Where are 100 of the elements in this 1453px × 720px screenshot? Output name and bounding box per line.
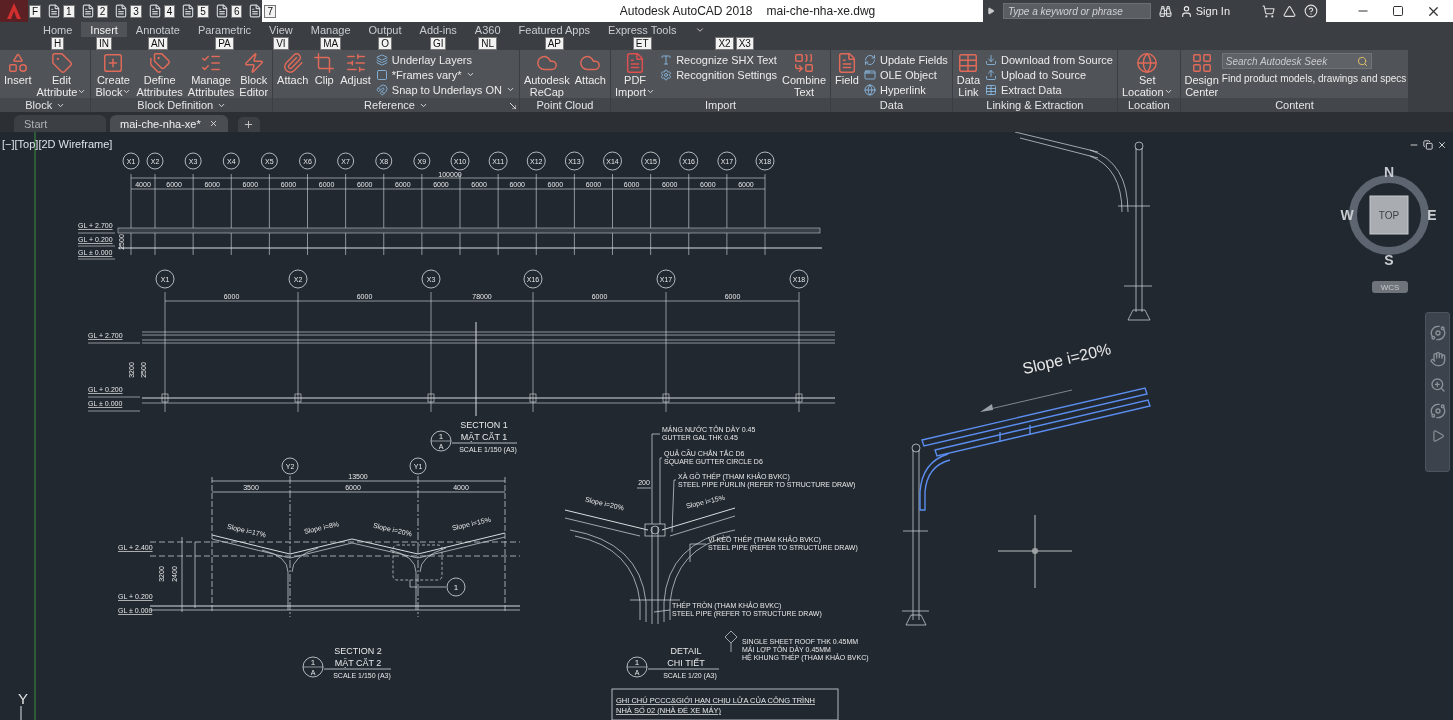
axis-bubble (146, 152, 164, 170)
ribbon-button[interactable]: Snap to Underlays ON (373, 82, 517, 97)
tag-icon (148, 51, 171, 74)
ribbon-tab[interactable]: Featured Apps (509, 22, 600, 37)
ribbon-tab[interactable]: Express Tools (599, 22, 686, 37)
ribbon-button[interactable]: OLE Object (861, 67, 950, 82)
binoculars-button[interactable] (1158, 4, 1172, 18)
ribbon-button[interactable]: Underlay Layers (373, 52, 517, 67)
axis-bubble (375, 152, 393, 170)
ribbon-button[interactable]: Upload to Source (983, 67, 1115, 82)
ribbon-toggle-button[interactable] (695, 25, 706, 35)
file-tab[interactable]: Start (14, 115, 106, 132)
window-icon (863, 68, 876, 81)
ribbon-button[interactable]: Data Link (954, 51, 983, 98)
close-button[interactable] (1437, 140, 1447, 150)
table-icon (957, 51, 980, 74)
ribbon-tab[interactable]: Annotate (126, 22, 189, 37)
keytip: AN (147, 37, 168, 50)
section-subtitle: CHI TIẾT (667, 658, 705, 668)
combine-icon (793, 51, 816, 74)
ribbon-button[interactable]: Set Location (1119, 51, 1175, 98)
ribbon-button[interactable]: Edit Attribute (34, 51, 89, 98)
axis-bubble (409, 457, 427, 475)
ribbon-button[interactable]: Design Center (1182, 51, 1221, 98)
axis-bubble (288, 269, 308, 289)
ribbon-tab[interactable]: View (260, 22, 302, 37)
leader-line (689, 543, 707, 563)
ribbon-tab[interactable]: Manage (301, 22, 360, 37)
marker-number: 1 (634, 658, 640, 667)
ribbon-tab[interactable]: Insert (81, 22, 127, 37)
table-icon (985, 83, 998, 96)
axis-bubble (421, 269, 441, 289)
ribbon-button[interactable]: Update Fields (861, 52, 950, 67)
help-button[interactable] (1304, 4, 1318, 18)
ribbon-button[interactable]: Combine Text (780, 51, 829, 98)
search-icon (1356, 55, 1368, 67)
ribbon-button[interactable]: Insert (2, 51, 34, 86)
play-icon[interactable] (1430, 429, 1445, 443)
document-icon (248, 4, 263, 18)
ribbon-tab[interactable]: A360 (465, 22, 510, 37)
ribbon-button[interactable]: Recognition Settings (658, 67, 780, 82)
ribbon-button[interactable]: Field (833, 51, 861, 86)
axis-bubble (603, 151, 622, 171)
cart-button[interactable] (1262, 4, 1275, 18)
axis-bubble (281, 457, 299, 475)
triangle-button[interactable] (1283, 4, 1296, 18)
ribbon-button[interactable]: Autodesk ReCap (521, 51, 572, 98)
ribbon-button[interactable]: Manage Attributes (185, 51, 237, 98)
keytip: 2 (96, 4, 109, 18)
application-menu-button[interactable] (0, 0, 28, 22)
viewport-controls[interactable]: [−][Top][2D Wireframe] (2, 138, 113, 150)
ribbon-button[interactable]: Block Editor (237, 51, 271, 98)
ribbon-button[interactable]: Define Attributes (134, 51, 185, 98)
ribbon-button[interactable]: Recognize SHX Text (658, 52, 780, 67)
axis-bubble (679, 151, 699, 171)
settings-icon (660, 68, 673, 81)
field-icon (836, 51, 858, 74)
search-field[interactable]: Search Autodesk Seek (1221, 53, 1372, 69)
ribbon-tab[interactable]: Parametric (188, 22, 261, 37)
close-icon (208, 119, 218, 128)
panel-title: Block Definition (137, 99, 214, 111)
ribbon-tab[interactable]: Output (359, 22, 411, 37)
restore-button[interactable] (1423, 140, 1433, 150)
ribbon-tab[interactable]: Add-ins (410, 22, 466, 37)
zoom-icon[interactable] (1429, 377, 1446, 393)
panel-title: Data (879, 99, 904, 111)
wheel-icon[interactable] (1429, 325, 1446, 341)
square-plus-icon (102, 51, 125, 74)
keytip: H (51, 37, 65, 50)
hand-icon[interactable] (1429, 351, 1446, 367)
ribbon-button[interactable]: Attach (572, 51, 608, 86)
ribbon-button[interactable]: Hyperlink (861, 82, 950, 97)
caret-icon (122, 87, 132, 96)
ribbon-button[interactable]: Download from Source (983, 52, 1115, 67)
axis-bubble (450, 151, 470, 171)
keytip: 5 (197, 4, 209, 18)
new-tab-button[interactable] (237, 117, 260, 132)
keytip: X3 (735, 37, 754, 50)
ribbon-button[interactable]: *Frames vary* (373, 67, 517, 82)
drawing-canvas[interactable] (0, 132, 1453, 720)
caret-icon (695, 25, 706, 35)
keytip: AP (544, 37, 564, 50)
layers-icon (375, 53, 388, 66)
ribbon-button[interactable]: Clip (311, 51, 338, 86)
sign-in-button[interactable]: Sign In (1179, 4, 1230, 18)
ribbon-button[interactable]: Attach (275, 51, 311, 86)
ribbon-button[interactable]: PDF Import (612, 51, 658, 98)
ribbon-button[interactable]: Adjust (338, 51, 373, 86)
logo-icon (5, 2, 23, 20)
ribbon-button[interactable]: Create Block (93, 51, 134, 98)
ribbon-tab[interactable]: Home (34, 22, 82, 37)
viewcube-face[interactable] (1369, 195, 1409, 235)
keytip: O (378, 37, 392, 50)
ribbon-button[interactable]: Extract Data (983, 82, 1115, 97)
maximize-button[interactable] (1392, 5, 1404, 17)
orbit-icon[interactable] (1429, 403, 1446, 419)
search-field[interactable]: Type a keyword or phrase (1002, 3, 1151, 19)
keytip: IN (96, 37, 113, 50)
compass-letter: W (1340, 207, 1354, 223)
file-tab[interactable]: mai-che-nha-xe* (110, 115, 228, 132)
